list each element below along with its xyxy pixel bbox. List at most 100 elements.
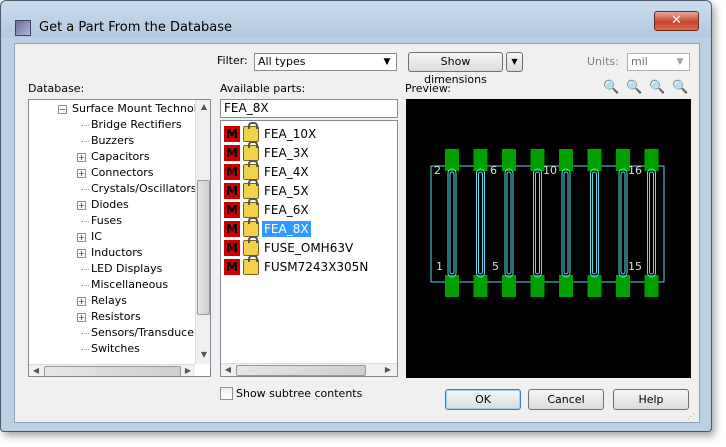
show-subtree-checkbox[interactable] [220,387,233,400]
database-tree[interactable]: − Surface Mount Technolog Bridge Rectifi… [28,99,211,377]
tree-item[interactable]: Buzzers [91,134,134,147]
contact-inner [478,171,483,275]
part-name: FEA_8X [262,221,311,237]
expand-icon[interactable]: + [77,169,86,178]
chevron-down-icon: ▼ [383,57,391,67]
model-icon: M [224,126,240,142]
tree-horizontal-scrollbar[interactable]: ◀ ▶ [29,364,195,376]
zoom-out-icon[interactable]: 🔍 [626,80,642,96]
parts-list[interactable]: M FEA_10X M FEA_3X M FEA_4X M FEA_5X M FEA_6X M FEA… [220,120,398,377]
part-name: FEA_4X [264,165,309,179]
pad [530,275,545,297]
resize-grip-icon[interactable]: ⋰ [687,412,699,422]
collapse-icon[interactable]: − [58,105,67,114]
tree-connector [81,125,89,126]
title-bar[interactable]: Get a Part From the Database ✕ [1,1,711,37]
scroll-thumb[interactable] [197,180,210,315]
parts-search-input[interactable]: FEA_8X [220,99,398,118]
hscroll-thumb[interactable] [44,366,181,376]
ok-button[interactable]: OK [445,389,521,410]
filter-value: All types [258,55,306,68]
zoom-fit-icon[interactable]: 🔍 [649,80,665,96]
dialog-window: Get a Part From the Database ✕ Filter: A… [0,0,712,432]
tree-item[interactable]: Bridge Rectifiers [91,118,182,131]
pad [559,149,573,171]
model-icon: M [224,221,240,237]
units-value: mil [631,55,648,68]
contact-outline [618,168,628,278]
footprint-preview[interactable]: 2 6 10 16 1 5 15 [406,99,691,378]
lock-icon [243,141,259,161]
tree-item[interactable]: Miscellaneous [91,278,168,291]
contact-inner [563,171,569,275]
model-icon: M [224,145,240,161]
tree-item[interactable]: Capacitors [91,150,150,163]
expand-icon[interactable]: + [77,153,86,162]
pin-label-10: 10 [543,164,557,177]
contact-outline [647,168,656,278]
tree-item[interactable]: Inductors [91,246,143,259]
expand-icon[interactable]: + [77,297,86,306]
filter-label: Filter: [217,54,248,67]
filter-dropdown[interactable]: All types ▼ [254,53,397,71]
units-dropdown[interactable]: mil ▼ [627,53,690,71]
tree-item[interactable]: Sensors/Transducers [91,326,204,339]
contact-outline [447,168,457,278]
contact-inner [535,171,540,275]
zoom-area-icon[interactable]: 🔍 [672,80,688,96]
cancel-button[interactable]: Cancel [528,389,604,410]
tree-item[interactable]: Switches [91,342,140,355]
model-icon: M [224,183,240,199]
tree-connector [81,349,89,350]
tree-item[interactable]: Relays [91,294,127,307]
pad [502,275,516,297]
dimensions-menu-button[interactable]: ▼ [506,52,523,72]
expand-icon[interactable]: + [77,249,86,258]
tree-connector [81,285,89,286]
tree-item[interactable]: Resistors [91,310,141,323]
part-name: FEA_3X [264,146,309,160]
part-name: FUSE_OMH63V [264,241,354,255]
parts-horizontal-scrollbar[interactable]: ◀ ▶ [221,363,397,376]
preview-label: Preview: [405,82,451,95]
expand-icon[interactable]: + [77,233,86,242]
tree-vertical-scrollbar[interactable]: ▲ ▼ [195,100,210,364]
tree-item[interactable]: Diodes [91,198,129,211]
scroll-down-icon[interactable]: ▼ [196,350,210,359]
tree-item[interactable]: Fuses [91,214,122,227]
lock-icon [243,160,259,180]
tree-item[interactable]: Connectors [91,166,153,179]
pad [644,275,659,297]
lock-icon [243,255,259,275]
pad [473,149,488,171]
hscroll-thumb[interactable] [236,365,366,376]
contact-inner [592,171,597,275]
scroll-up-icon[interactable]: ▲ [196,102,210,111]
parts-search-value: FEA_8X [224,101,269,115]
close-button[interactable]: ✕ [654,11,699,31]
model-icon: M [224,259,240,275]
expand-icon[interactable]: + [77,313,86,322]
part-name: FEA_6X [264,203,309,217]
help-button[interactable]: Help [613,389,689,410]
units-label: Units: [587,55,619,68]
tree-item[interactable]: Crystals/Oscillators [91,182,197,195]
scroll-right-icon[interactable]: ▶ [183,366,193,375]
tree-item[interactable]: LED Displays [91,262,162,275]
show-dimensions-button[interactable]: Show dimensions [408,52,503,86]
contact-outline [561,168,571,278]
expand-icon[interactable]: + [77,201,86,210]
tree-item[interactable]: IC [91,230,102,243]
contact-inner [449,171,455,275]
scroll-left-icon[interactable]: ◀ [223,365,233,374]
scroll-left-icon[interactable]: ◀ [31,366,41,375]
contact-outline [533,168,542,278]
part-name: FEA_10X [264,127,317,141]
part-name: FEA_5X [264,184,309,198]
zoom-in-icon[interactable]: 🔍 [603,80,619,96]
show-subtree-label: Show subtree contents [236,387,363,400]
scroll-right-icon[interactable]: ▶ [383,365,393,374]
tree-item-root[interactable]: Surface Mount Technolog [72,102,210,115]
pin-label-5: 5 [492,260,499,273]
pad [445,275,459,297]
